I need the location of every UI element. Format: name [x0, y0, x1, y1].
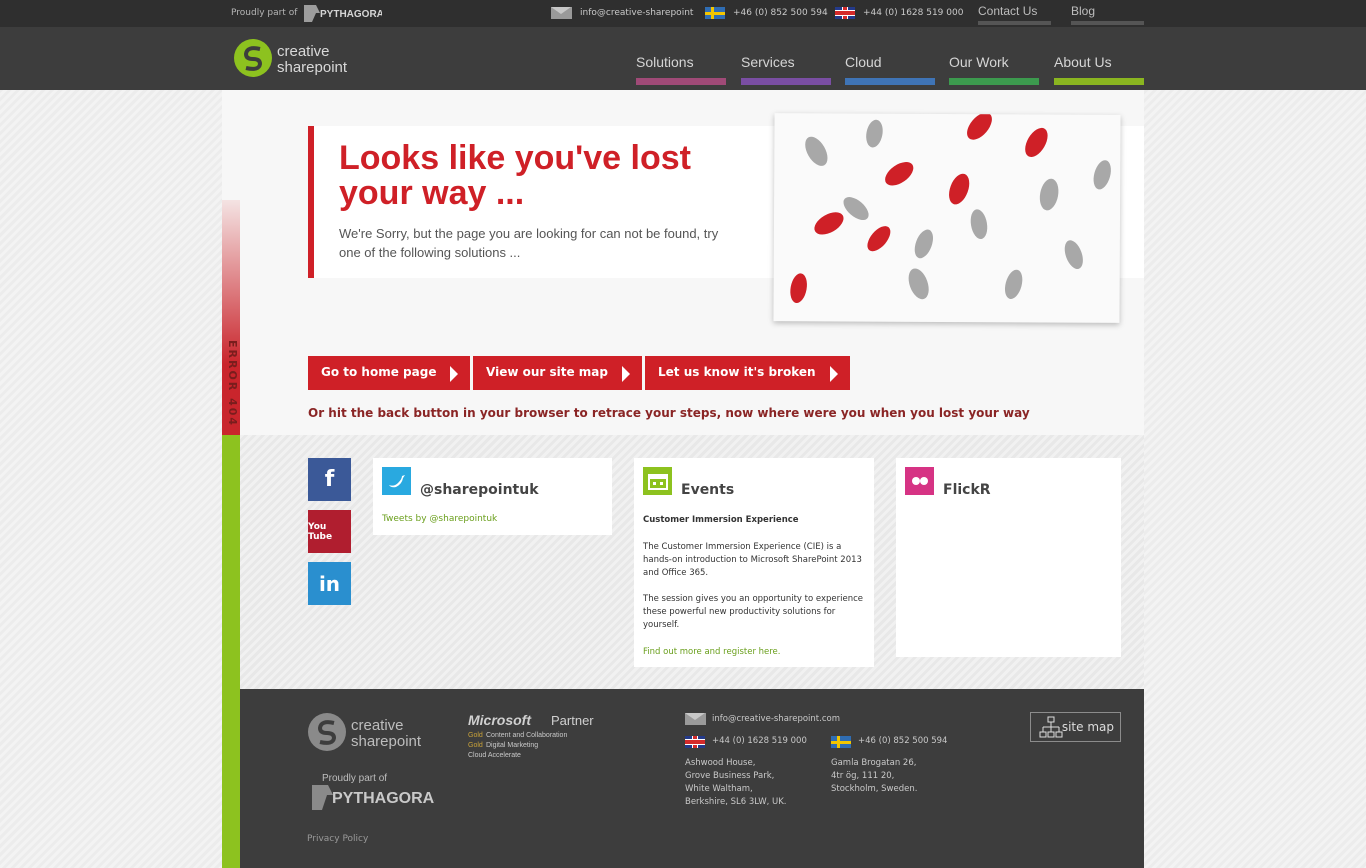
top-email[interactable]: info@creative-sharepoint — [551, 7, 693, 19]
youtube-icon[interactable]: You Tube — [308, 510, 351, 553]
nav-cloud-bar — [845, 78, 935, 85]
flickr-icon — [905, 467, 934, 495]
footer-logo[interactable]: creative sharepoint — [307, 710, 437, 754]
partner-gold-2: Gold — [468, 742, 483, 749]
logo-line1: creative — [277, 43, 330, 60]
address-uk-line-4: Berkshire, SL6 3LW, UK. — [685, 797, 787, 807]
nav-our-work[interactable]: Our Work — [949, 54, 1009, 70]
event-description-2: The session gives you an opportunity to … — [643, 594, 864, 630]
pythagoras-logo-text: PYTHAGORAS — [320, 9, 382, 20]
nav-our-work-bar — [949, 78, 1039, 85]
logo-line2: sharepoint — [277, 59, 348, 76]
partner-word: Partner — [551, 713, 594, 728]
footer-pythagoras-logo[interactable]: Proudly part of PYTHAGORAS — [310, 770, 435, 812]
top-phone-se-text[interactable]: +46 (0) 852 500 594 — [733, 8, 828, 18]
events-title: Events — [681, 482, 735, 498]
envelope-icon — [551, 7, 572, 19]
nav-solutions-bar — [636, 78, 726, 85]
event-description-1: The Customer Immersion Experience (CIE) … — [643, 542, 862, 578]
partner-line-2: Digital Marketing — [486, 742, 538, 749]
partner-gold-1: Gold — [468, 732, 483, 739]
address-se-line-3: Stockholm, Sweden. — [831, 784, 918, 794]
address-uk-line-2: Grove Business Park, — [685, 771, 775, 781]
footer-sweden-flag-icon — [831, 736, 851, 748]
nav-services[interactable]: Services — [741, 54, 795, 70]
linkedin-icon-glyph: in — [318, 571, 341, 596]
blog-link[interactable]: Blog — [1071, 4, 1095, 18]
error-404-label: ERROR 404 — [226, 340, 239, 428]
top-phone-se[interactable]: +46 (0) 852 500 594 — [705, 7, 828, 19]
pythagoras-logo[interactable]: PYTHAGORAS — [302, 2, 382, 24]
footer-logo-line2: sharepoint — [351, 733, 422, 750]
partner-line-1: Content and Collaboration — [486, 732, 567, 739]
privacy-policy-link[interactable]: Privacy Policy — [307, 834, 368, 844]
footer-phone-uk[interactable]: +44 (0) 1628 519 000 — [712, 735, 807, 748]
sitemap-icon — [1039, 716, 1063, 738]
flickr-title: FlickR — [943, 482, 991, 498]
green-side-strip — [222, 435, 240, 868]
calendar-icon — [643, 467, 672, 495]
twitter-bird-icon — [382, 467, 411, 495]
address-se-line-2: 4tr ög, 111 20, — [831, 771, 895, 781]
sweden-flag-icon — [705, 7, 725, 19]
footer-uk-flag-icon — [685, 736, 705, 748]
nav-about-us-bar — [1054, 78, 1144, 85]
footer-email[interactable]: info@creative-sharepoint.com — [712, 713, 840, 726]
footprints-image — [773, 113, 1121, 323]
report-broken-button[interactable]: Let us know it's broken — [645, 356, 850, 390]
partner-brand: Microsoft — [468, 712, 532, 728]
address-uk-line-1: Ashwood House, — [685, 758, 756, 768]
creative-sharepoint-logo[interactable]: creative sharepoint — [233, 37, 363, 81]
footer-envelope-icon — [685, 713, 706, 725]
proudly-part-of-text: Proudly part of — [231, 8, 298, 18]
youtube-icon-glyph: You Tube — [308, 521, 333, 542]
uk-flag-icon — [835, 7, 855, 19]
view-site-map-button[interactable]: View our site map — [473, 356, 642, 390]
address-uk-line-3: White Waltham, — [685, 784, 753, 794]
footer-pythagoras-text: PYTHAGORAS — [332, 790, 435, 807]
footer-phone-se[interactable]: +46 (0) 852 500 594 — [858, 735, 947, 748]
event-heading: Customer Immersion Experience — [643, 515, 799, 525]
address-se-line-1: Gamla Brogatan 26, — [831, 758, 917, 768]
nav-services-bar — [741, 78, 831, 85]
footprints-illustration — [790, 113, 1111, 304]
contact-us-underline — [978, 21, 1051, 25]
sitemap-label: site map — [1061, 720, 1114, 734]
back-button-hint: Or hit the back button in your browser t… — [308, 406, 1030, 420]
top-phone-uk[interactable]: +44 (0) 1628 519 000 — [835, 7, 963, 19]
top-email-text[interactable]: info@creative-sharepoint — [580, 8, 693, 18]
top-phone-uk-text[interactable]: +44 (0) 1628 519 000 — [863, 8, 963, 18]
tweets-link[interactable]: Tweets by @sharepointuk — [382, 514, 497, 524]
facebook-icon[interactable]: f — [308, 458, 351, 501]
microsoft-partner-badge: Microsoft Partner Gold Content and Colla… — [468, 712, 594, 759]
partner-line-3: Cloud Accelerate — [468, 752, 521, 759]
linkedin-icon[interactable]: in — [308, 562, 351, 605]
footer-logo-line1: creative — [351, 717, 404, 734]
contact-us-link[interactable]: Contact Us — [978, 4, 1037, 18]
go-home-button[interactable]: Go to home page — [308, 356, 471, 390]
footer-proudly-text: Proudly part of — [322, 773, 387, 784]
twitter-handle-title: @sharepointuk — [420, 482, 539, 498]
blog-underline — [1071, 21, 1144, 25]
nav-solutions[interactable]: Solutions — [636, 54, 694, 70]
nav-cloud[interactable]: Cloud — [845, 54, 882, 70]
page-title: Looks like you've lost your way ... — [339, 139, 691, 212]
facebook-icon-glyph: f — [324, 467, 335, 492]
footer-sitemap-button[interactable]: site map — [1030, 712, 1121, 742]
page-subtitle: We're Sorry, but the page you are lookin… — [339, 226, 719, 260]
event-register-link[interactable]: Find out more and register here. — [643, 646, 865, 659]
nav-about-us[interactable]: About Us — [1054, 54, 1112, 70]
